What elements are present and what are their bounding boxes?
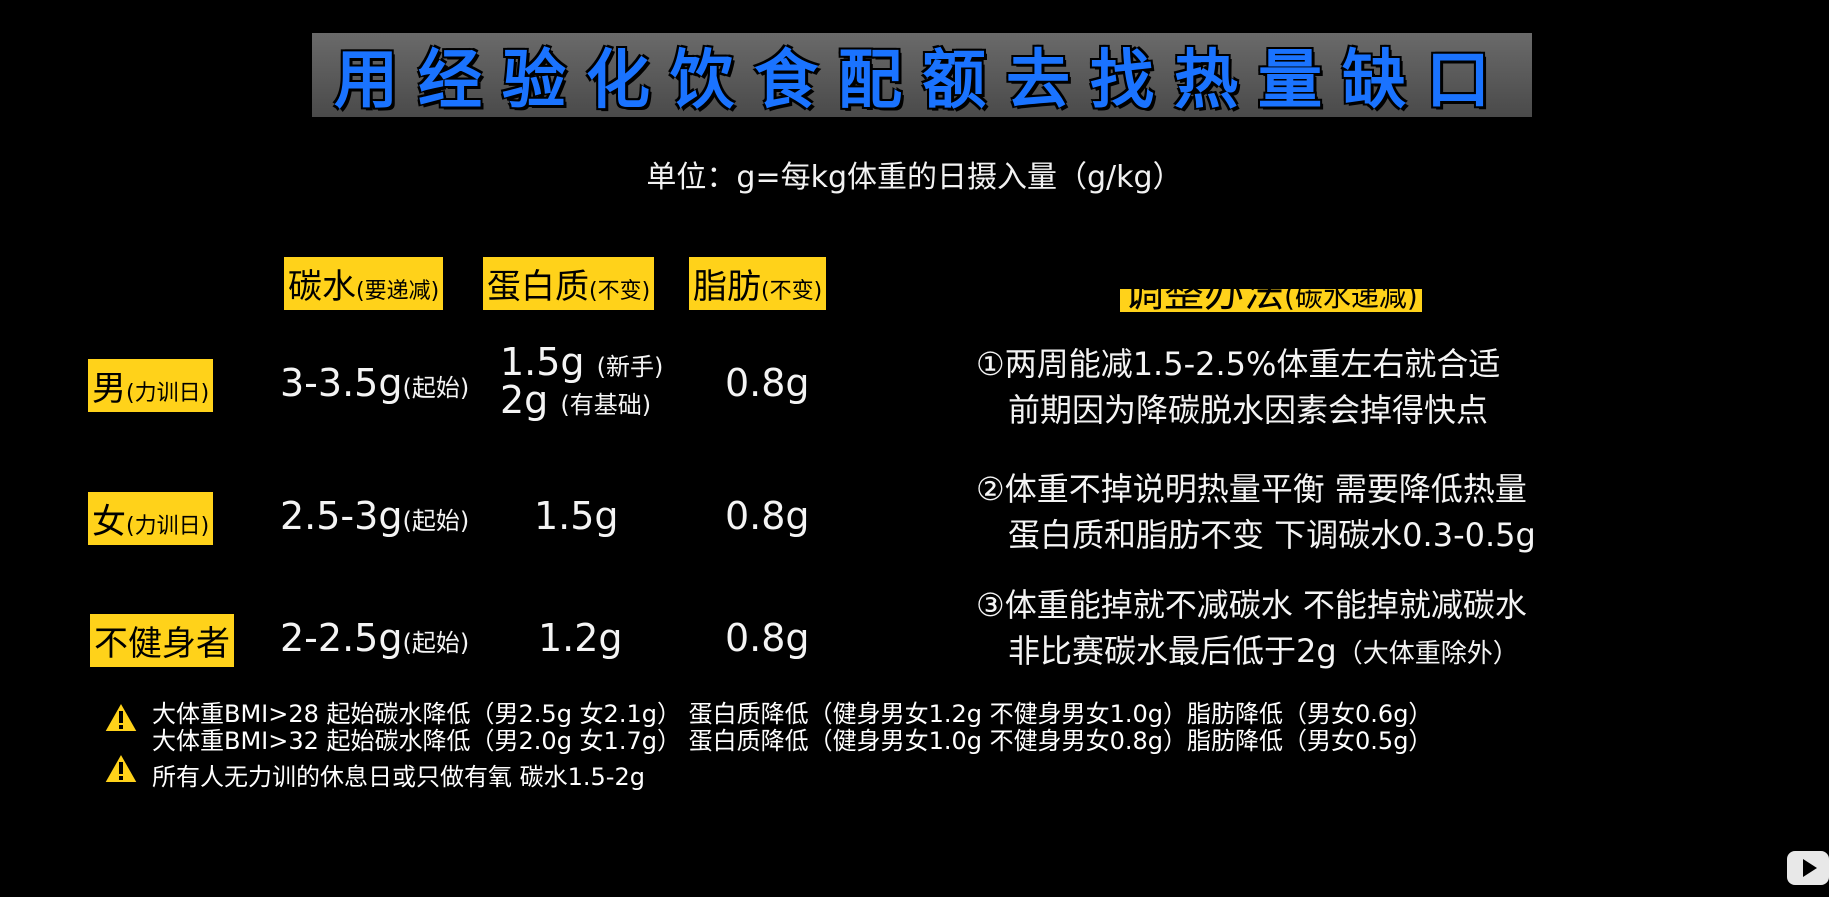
- note-rest-day: 所有人无力训的休息日或只做有氧 碳水1.5-2g: [152, 763, 645, 791]
- note-bmi-32: 大体重BMI>32 起始碳水降低（男2.0g 女1.7g） 蛋白质降低（健身男女…: [152, 727, 1433, 755]
- cell-male-carb-note: (起始): [402, 374, 470, 402]
- title-banner: 用经验化饮食配额去找热量缺口: [312, 33, 1532, 118]
- cell-female-fat: 0.8g: [725, 494, 810, 538]
- cell-male-protein-line2-note: (有基础): [560, 391, 652, 419]
- cell-female-carb: 2.5-3g(起始): [280, 494, 469, 538]
- cell-female-carb-value: 2.5-3g: [280, 494, 403, 538]
- cell-non-exerciser-carb-note: (起始): [402, 629, 470, 657]
- row-label-female-main: 女: [92, 501, 126, 542]
- adjust-item-1: ①两周能减1.5-2.5%体重左右就合适 前期因为降碳脱水因素会掉得快点: [976, 341, 1500, 433]
- adjust-heading: 调整办法(碳水递减): [1120, 260, 1422, 318]
- adjust-item-3: ③体重能掉就不减碳水 不能掉就减碳水 非比赛碳水最后低于2g（大体重除外）: [976, 582, 1527, 677]
- row-label-female-note: (力训日): [126, 513, 210, 539]
- column-header-protein-main: 蛋白质: [487, 266, 589, 307]
- adjust-item-3-line2: 非比赛碳水最后低于2g: [1008, 632, 1337, 670]
- warning-icon: [102, 751, 140, 784]
- column-header-carb: 碳水(要递减): [284, 256, 444, 310]
- cell-male-fat: 0.8g: [725, 361, 810, 405]
- cell-male-carb-value: 3-3.5g: [280, 361, 403, 405]
- cell-female-carb-note: (起始): [402, 507, 470, 535]
- page-title: 用经验化饮食配额去找热量缺口: [334, 44, 1510, 118]
- row-label-non-exerciser: 不健身者: [90, 613, 234, 667]
- row-label-male-note: (力训日): [126, 380, 210, 406]
- adjust-item-3-line1: ③体重能掉就不减碳水 不能掉就减碳水: [976, 586, 1527, 624]
- row-label-male: 男(力训日): [88, 358, 214, 412]
- adjust-item-2-line2: 蛋白质和脂肪不变 下调碳水0.3-0.5g: [1008, 516, 1536, 554]
- adjust-item-3-line2-note: （大体重除外）: [1336, 639, 1519, 669]
- cell-non-exerciser-carb: 2-2.5g(起始): [280, 616, 469, 660]
- row-label-non-exerciser-main: 不健身者: [94, 623, 230, 664]
- cell-male-protein-line2: 2g: [500, 378, 549, 422]
- column-header-carb-main: 碳水: [288, 266, 356, 307]
- play-icon[interactable]: [1783, 843, 1829, 889]
- row-label-male-main: 男: [92, 368, 126, 409]
- adjust-item-1-line1: ①两周能减1.5-2.5%体重左右就合适: [976, 345, 1501, 383]
- column-header-fat: 脂肪(不变): [689, 256, 827, 310]
- cell-non-exerciser-carb-value: 2-2.5g: [280, 616, 403, 660]
- cell-male-carb: 3-3.5g(起始): [280, 361, 469, 405]
- warning-icon: [102, 700, 140, 733]
- cell-male-protein-line1-note: (新手): [596, 353, 664, 381]
- adjust-item-1-line2: 前期因为降碳脱水因素会掉得快点: [1008, 391, 1489, 429]
- adjust-heading-main: 调整办法: [1124, 270, 1284, 316]
- row-label-female: 女(力训日): [88, 491, 214, 545]
- unit-line: 单位：g=每kg体重的日摄入量（g/kg）: [646, 160, 1183, 195]
- adjust-heading-note: (碳水递减): [1284, 280, 1418, 313]
- column-header-carb-note: (要递减): [356, 278, 440, 304]
- column-header-protein: 蛋白质(不变): [483, 256, 655, 310]
- adjust-item-3-line2-wrap: 非比赛碳水最后低于2g（大体重除外）: [976, 628, 1527, 677]
- adjust-item-2: ②体重不掉说明热量平衡 需要降低热量 蛋白质和脂肪不变 下调碳水0.3-0.5g: [976, 466, 1536, 558]
- column-header-fat-main: 脂肪: [693, 266, 761, 307]
- cell-non-exerciser-fat: 0.8g: [725, 616, 810, 660]
- cell-non-exerciser-protein: 1.2g: [538, 616, 623, 660]
- adjust-item-2-line1: ②体重不掉说明热量平衡 需要降低热量: [976, 470, 1527, 508]
- cell-female-protein: 1.5g: [534, 494, 619, 538]
- column-header-protein-note: (不变): [589, 278, 651, 304]
- column-header-fat-note: (不变): [761, 278, 823, 304]
- cell-male-protein: 1.5g (新手) 2g (有基础): [500, 340, 663, 422]
